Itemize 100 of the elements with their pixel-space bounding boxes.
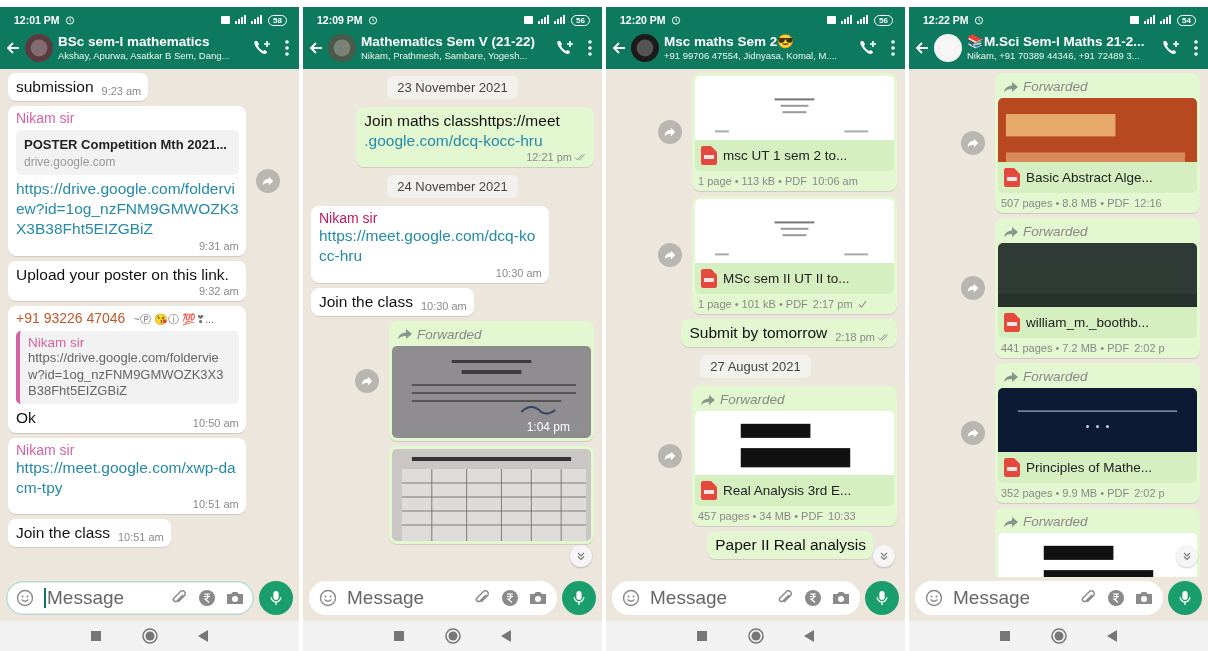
rupee-icon[interactable] — [804, 589, 822, 607]
more-options-icon[interactable] — [285, 39, 289, 56]
message-field[interactable]: Message — [915, 581, 1163, 615]
status-time: 12:01 PM — [14, 14, 60, 26]
group-avatar[interactable] — [631, 33, 659, 62]
share-button[interactable] — [961, 131, 985, 155]
back-arrow-icon[interactable] — [309, 40, 323, 55]
camera-icon[interactable] — [1135, 590, 1153, 606]
forwarded-label: Forwarded — [720, 391, 785, 409]
message-text: submission — [16, 77, 94, 97]
microphone-icon — [572, 590, 586, 606]
emoji-icon[interactable] — [319, 589, 337, 607]
microphone-icon — [875, 590, 889, 606]
forward-arrow-icon — [1004, 516, 1018, 527]
chat-members: Nikam, Prathmesh, Sambare, Yogesh... — [361, 50, 529, 62]
back-arrow-icon[interactable] — [6, 40, 20, 55]
more-options-icon[interactable] — [891, 39, 895, 56]
share-button[interactable] — [961, 421, 985, 445]
share-button[interactable] — [658, 243, 682, 267]
chat-title[interactable]: 📚M.Sci Sem-I Maths 21-2... — [967, 33, 1156, 50]
emoji-icon[interactable] — [925, 589, 943, 607]
camera-icon[interactable] — [226, 590, 244, 606]
link-preview[interactable]: POSTER Competition Mth 2021... drive.google.com — [16, 130, 239, 176]
recent-apps-icon[interactable] — [999, 631, 1010, 641]
chat-members: +91 99706 47554, Jidnyasa, Komal, M.... — [664, 50, 838, 62]
message-text: Paper II Real analysis — [715, 535, 866, 556]
message-time: 10:50 am — [192, 416, 239, 429]
emoji-icon[interactable] — [16, 589, 34, 607]
message-link[interactable]: https://meet.google.com/dcq-kocc-hru — [319, 226, 542, 267]
scroll-down-button[interactable] — [873, 545, 895, 567]
emoji-icon[interactable] — [622, 589, 640, 607]
file-card[interactable]: msc UT 1 sem 2 to... — [695, 140, 894, 171]
message-field[interactable]: Message — [6, 581, 254, 615]
share-arrow-icon — [663, 248, 677, 262]
preview-domain: drive.google.com — [24, 155, 117, 170]
share-button[interactable] — [658, 120, 682, 144]
add-call-icon[interactable] — [1161, 38, 1181, 57]
microphone-button[interactable] — [865, 581, 899, 615]
message-field[interactable]: Message — [309, 581, 557, 615]
message-time: 10:30 am — [420, 299, 467, 312]
home-icon[interactable] — [444, 628, 461, 644]
file-card[interactable]: william_m._boothb... — [998, 307, 1197, 338]
recent-apps-icon[interactable] — [393, 631, 404, 641]
camera-icon[interactable] — [529, 590, 547, 606]
message-input[interactable]: Message — [650, 586, 766, 610]
rupee-icon[interactable] — [198, 589, 216, 607]
back-arrow-icon[interactable] — [915, 40, 929, 55]
group-avatar[interactable] — [25, 33, 53, 62]
message-link[interactable]: .google.com/dcq-kocc-hru — [364, 131, 543, 152]
quoted-message[interactable]: Nikam sir https://drive.google.com/folderview?id=1og_nzFNM9GMWOZK3X3B38Fht5EIZGBiZ — [16, 330, 239, 405]
file-card[interactable]: Basic Abstract Alge... — [998, 162, 1197, 193]
chat-title[interactable]: BSc sem-I mathematics — [58, 33, 247, 50]
back-icon[interactable] — [1107, 630, 1118, 642]
back-icon[interactable] — [501, 630, 512, 642]
file-card[interactable]: Principles of Mathe... — [998, 452, 1197, 483]
forward-arrow-icon — [1004, 226, 1018, 237]
microphone-button[interactable] — [259, 581, 293, 615]
share-button[interactable] — [255, 168, 280, 193]
file-card[interactable]: MSc sem II UT II to... — [695, 263, 894, 294]
chat-title[interactable]: Mathematics Sem V (21-22) — [361, 33, 550, 50]
message-time: 9:32 am — [198, 284, 239, 297]
camera-icon[interactable] — [832, 590, 850, 606]
rupee-icon[interactable] — [501, 589, 519, 607]
group-avatar[interactable] — [934, 33, 962, 62]
message-time: 10:51 am — [117, 530, 164, 543]
home-icon[interactable] — [747, 628, 764, 644]
share-button[interactable] — [658, 444, 682, 469]
chat-title[interactable]: Msc maths Sem 2😎 — [664, 33, 853, 50]
message-input[interactable]: Message — [953, 586, 1069, 610]
message-text: Join the class — [319, 291, 413, 312]
share-button[interactable] — [355, 368, 379, 393]
back-arrow-icon[interactable] — [612, 40, 626, 55]
add-call-icon[interactable] — [252, 38, 272, 57]
message-text: Ok — [16, 408, 36, 429]
microphone-button[interactable] — [562, 581, 596, 615]
file-info: 352 pages • 9.9 MB • PDF — [1001, 487, 1130, 499]
message-input[interactable]: Message — [47, 586, 160, 610]
message-time: 9:23 am — [101, 85, 142, 98]
more-options-icon[interactable] — [588, 39, 592, 56]
home-icon[interactable] — [1050, 628, 1067, 644]
recent-apps-icon[interactable] — [696, 631, 707, 641]
back-icon[interactable] — [198, 630, 209, 642]
file-card[interactable]: Real Analysis 3rd E... — [695, 475, 894, 507]
home-icon[interactable] — [141, 628, 158, 644]
message-field[interactable]: Message — [612, 581, 860, 615]
more-options-icon[interactable] — [1194, 39, 1198, 56]
message-link[interactable]: https://drive.google.com/folderview?id=1og_nzFNM9GMWOZK3X3B38Fht5EIZGBiZ — [16, 179, 239, 240]
file-info: 1 page • 101 kB • PDF — [698, 298, 808, 310]
scroll-down-button[interactable] — [570, 545, 592, 567]
back-icon[interactable] — [804, 630, 815, 642]
share-button[interactable] — [961, 276, 985, 300]
microphone-button[interactable] — [1168, 581, 1202, 615]
add-call-icon[interactable] — [858, 38, 878, 57]
add-call-icon[interactable] — [555, 38, 575, 57]
rupee-icon[interactable] — [1107, 589, 1125, 607]
forward-arrow-icon — [1004, 81, 1018, 92]
recent-apps-icon[interactable] — [90, 631, 101, 641]
message-link[interactable]: https://meet.google.com/xwp-dacm-tpy — [16, 457, 239, 498]
message-input[interactable]: Message — [347, 586, 463, 610]
forwarded-label: Forwarded — [417, 325, 482, 343]
